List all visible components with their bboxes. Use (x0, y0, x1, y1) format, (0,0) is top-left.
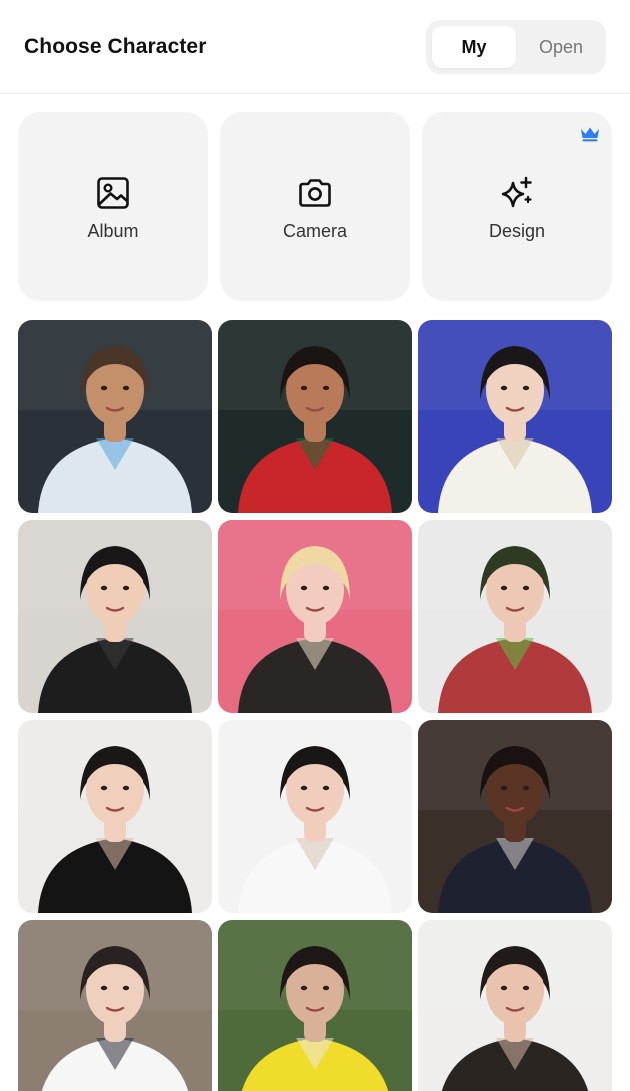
my-open-switch: My Open (426, 20, 606, 74)
character-photo-3[interactable] (418, 320, 612, 513)
portrait-image (418, 720, 612, 913)
character-photo-2[interactable] (218, 320, 412, 513)
tab-my[interactable]: My (432, 26, 516, 68)
album-label: Album (87, 221, 139, 241)
portrait-image (418, 520, 612, 713)
character-photo-7[interactable] (18, 720, 212, 913)
album-button[interactable]: Album (18, 112, 208, 301)
portrait-image (418, 320, 612, 513)
character-photo-11[interactable] (218, 920, 412, 1091)
crown-icon (581, 127, 599, 142)
image-icon (97, 177, 129, 209)
character-photo-1[interactable] (18, 320, 212, 513)
camera-button[interactable]: Camera (220, 112, 410, 301)
tab-open[interactable]: Open (522, 26, 600, 68)
character-grid (18, 320, 612, 1091)
portrait-image (418, 920, 612, 1091)
portrait-image (18, 920, 212, 1091)
portrait-image (18, 720, 212, 913)
portrait-image (218, 520, 412, 713)
design-label: Design (488, 221, 546, 241)
sparkle-icon (501, 176, 532, 208)
character-photo-8[interactable] (218, 720, 412, 913)
character-photo-6[interactable] (418, 520, 612, 713)
portrait-image (218, 720, 412, 913)
camera-icon (299, 179, 331, 207)
portrait-image (18, 320, 212, 513)
camera-label: Camera (282, 221, 348, 241)
portrait-image (18, 520, 212, 713)
design-button[interactable]: Design (422, 112, 612, 301)
character-photo-5[interactable] (218, 520, 412, 713)
portrait-image (218, 920, 412, 1091)
character-photo-12[interactable] (418, 920, 612, 1091)
character-photo-9[interactable] (418, 720, 612, 913)
page-title: Choose Character (24, 35, 207, 58)
character-photo-10[interactable] (18, 920, 212, 1091)
portrait-image (218, 320, 412, 513)
character-photo-4[interactable] (18, 520, 212, 713)
top-bar: Choose Character My Open (0, 0, 630, 94)
